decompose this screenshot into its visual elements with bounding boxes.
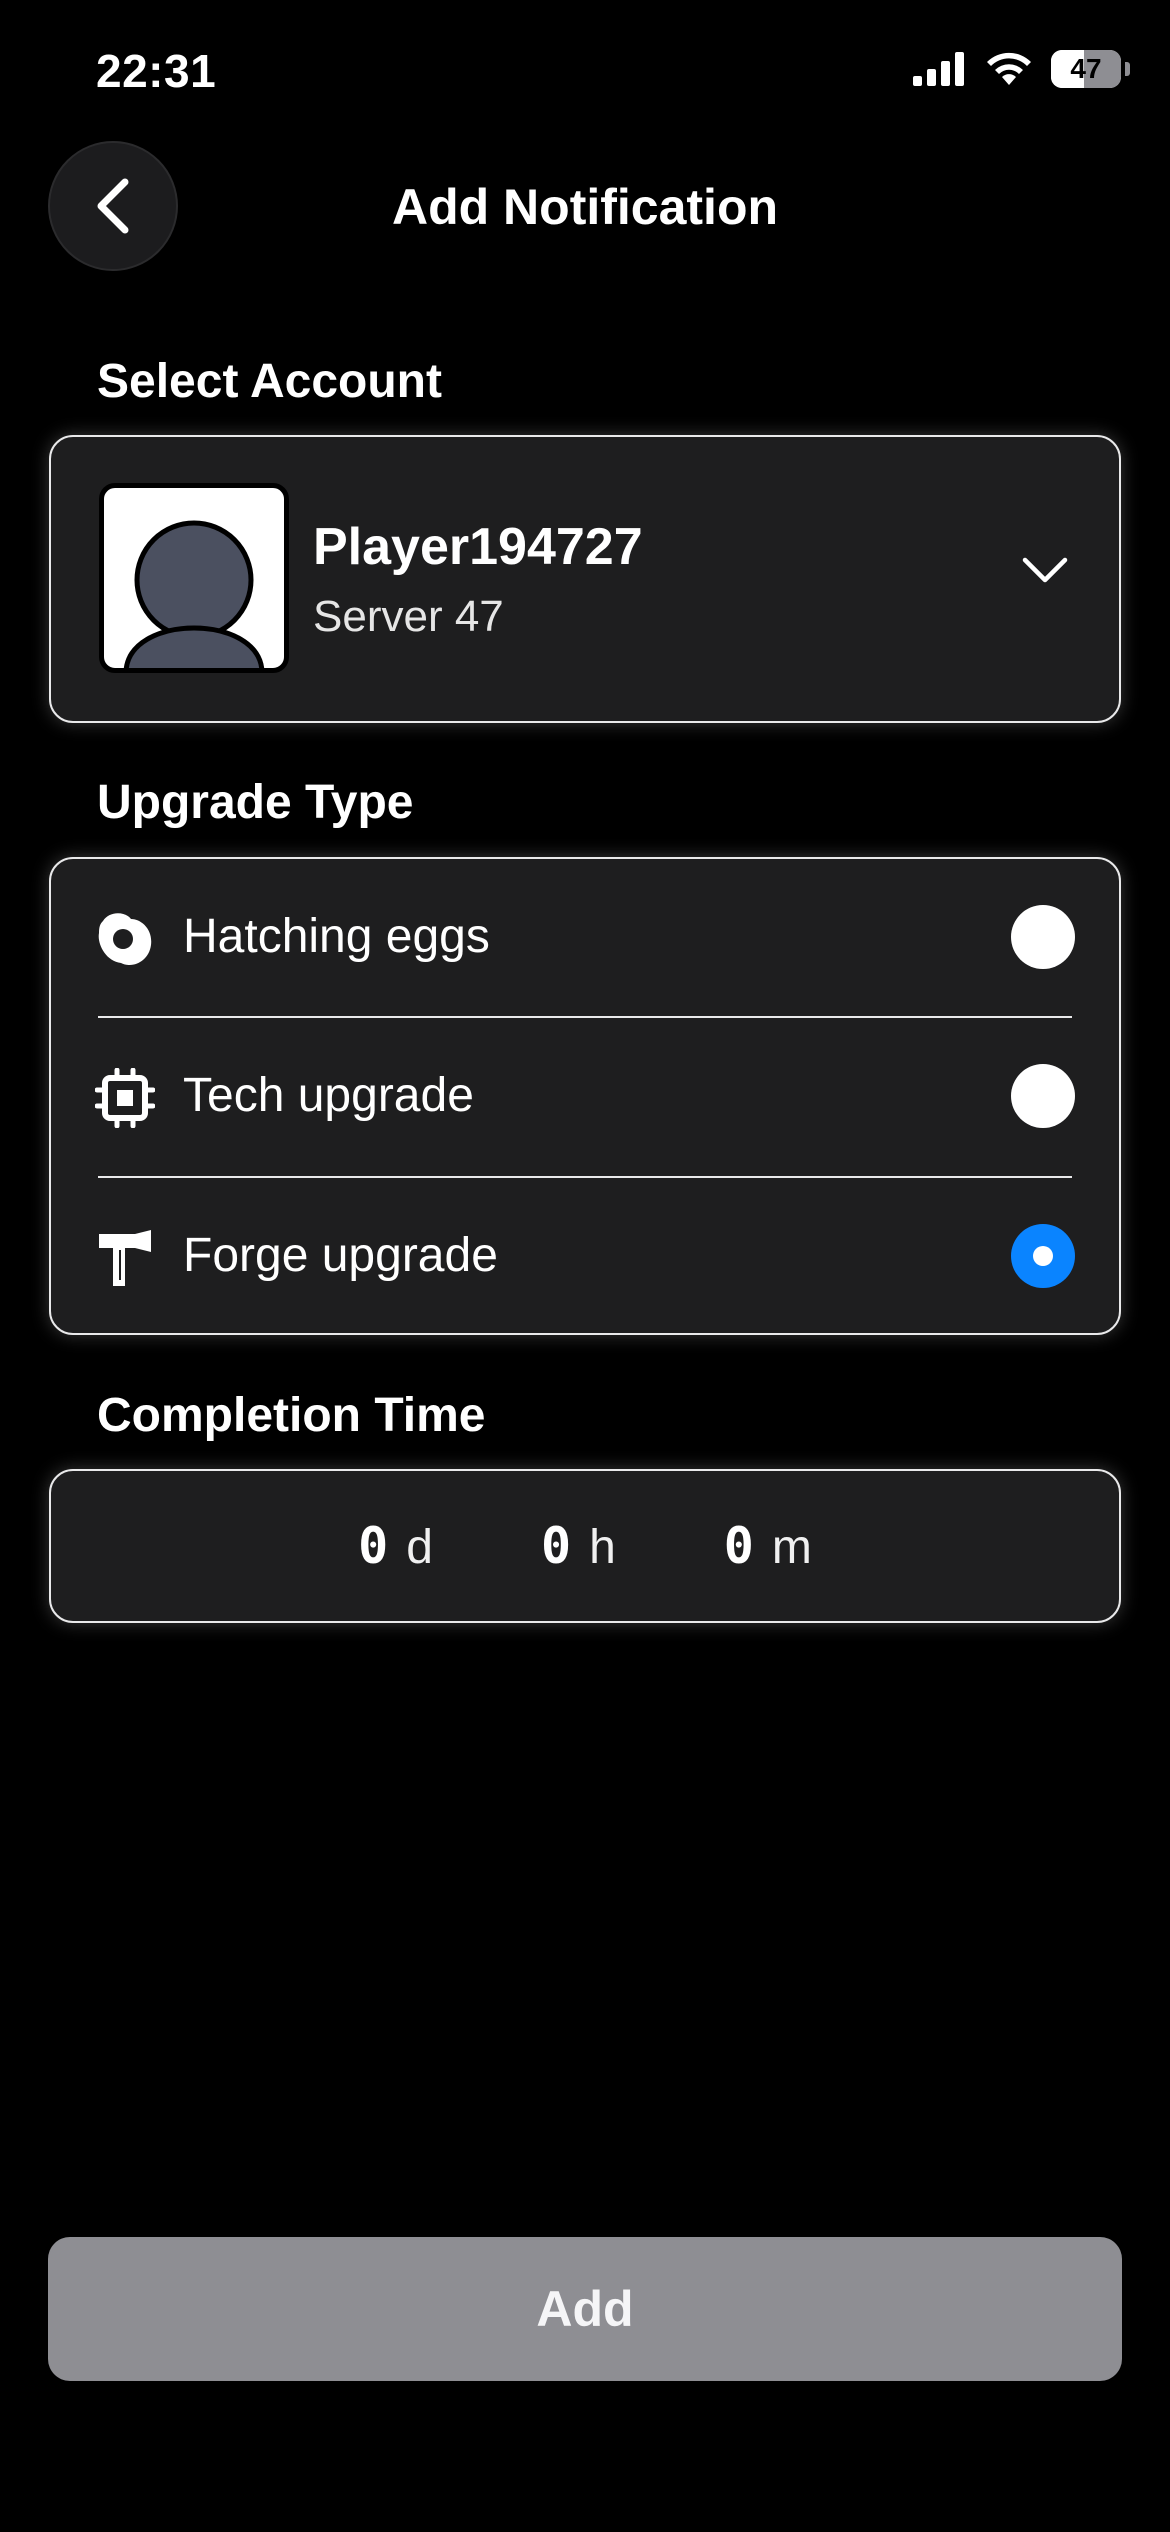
time-values: 0d0h0m [51,1517,1119,1575]
account-server: Server 47 [313,592,504,641]
hammer-icon [99,1230,151,1286]
wifi-icon [987,52,1031,85]
option-forge-upgrade[interactable]: Forge upgrade [51,1178,1119,1336]
option-label: Forge upgrade [183,1229,498,1282]
account-selector[interactable]: Player194727 Server 47 [49,435,1121,723]
battery-level: 47 [1070,53,1102,84]
option-hatching-eggs[interactable]: Hatching eggs [51,859,1119,1017]
cellular-signal-icon [913,52,964,86]
minutes-unit: m [771,1521,812,1574]
battery-cap [1125,62,1130,76]
upgrade-type-label: Upgrade Type [97,776,414,829]
hours-value[interactable]: 0 [541,1517,571,1575]
radio-hatching-eggs[interactable] [1011,905,1075,969]
radio-tech-upgrade[interactable] [1011,1064,1075,1128]
status-icons: 47 [913,50,1130,88]
page-title: Add Notification [391,179,779,235]
user-silhouette-icon [124,520,264,668]
minutes-value[interactable]: 0 [724,1517,754,1575]
option-label: Tech upgrade [183,1069,474,1122]
upgrade-type-list: Hatching eggs Tech upgrade Forge upgrade [49,857,1121,1335]
radio-forge-upgrade[interactable] [1011,1224,1075,1288]
days-unit: d [406,1521,433,1574]
account-name: Player194727 [313,518,643,576]
chevron-down-icon[interactable] [1021,555,1069,585]
status-time: 22:31 [96,45,217,97]
days-value[interactable]: 0 [358,1517,388,1575]
hours-unit: h [589,1521,616,1574]
egg-icon [98,913,152,965]
completion-time-picker[interactable]: 0d0h0m [49,1469,1121,1623]
option-tech-upgrade[interactable]: Tech upgrade [51,1018,1119,1176]
avatar [99,483,289,673]
select-account-label: Select Account [97,355,442,408]
add-button[interactable]: Add [48,2237,1122,2381]
completion-time-label: Completion Time [97,1389,486,1442]
chip-icon [95,1068,155,1128]
option-label: Hatching eggs [183,910,490,963]
battery-icon: 47 [1051,50,1121,88]
